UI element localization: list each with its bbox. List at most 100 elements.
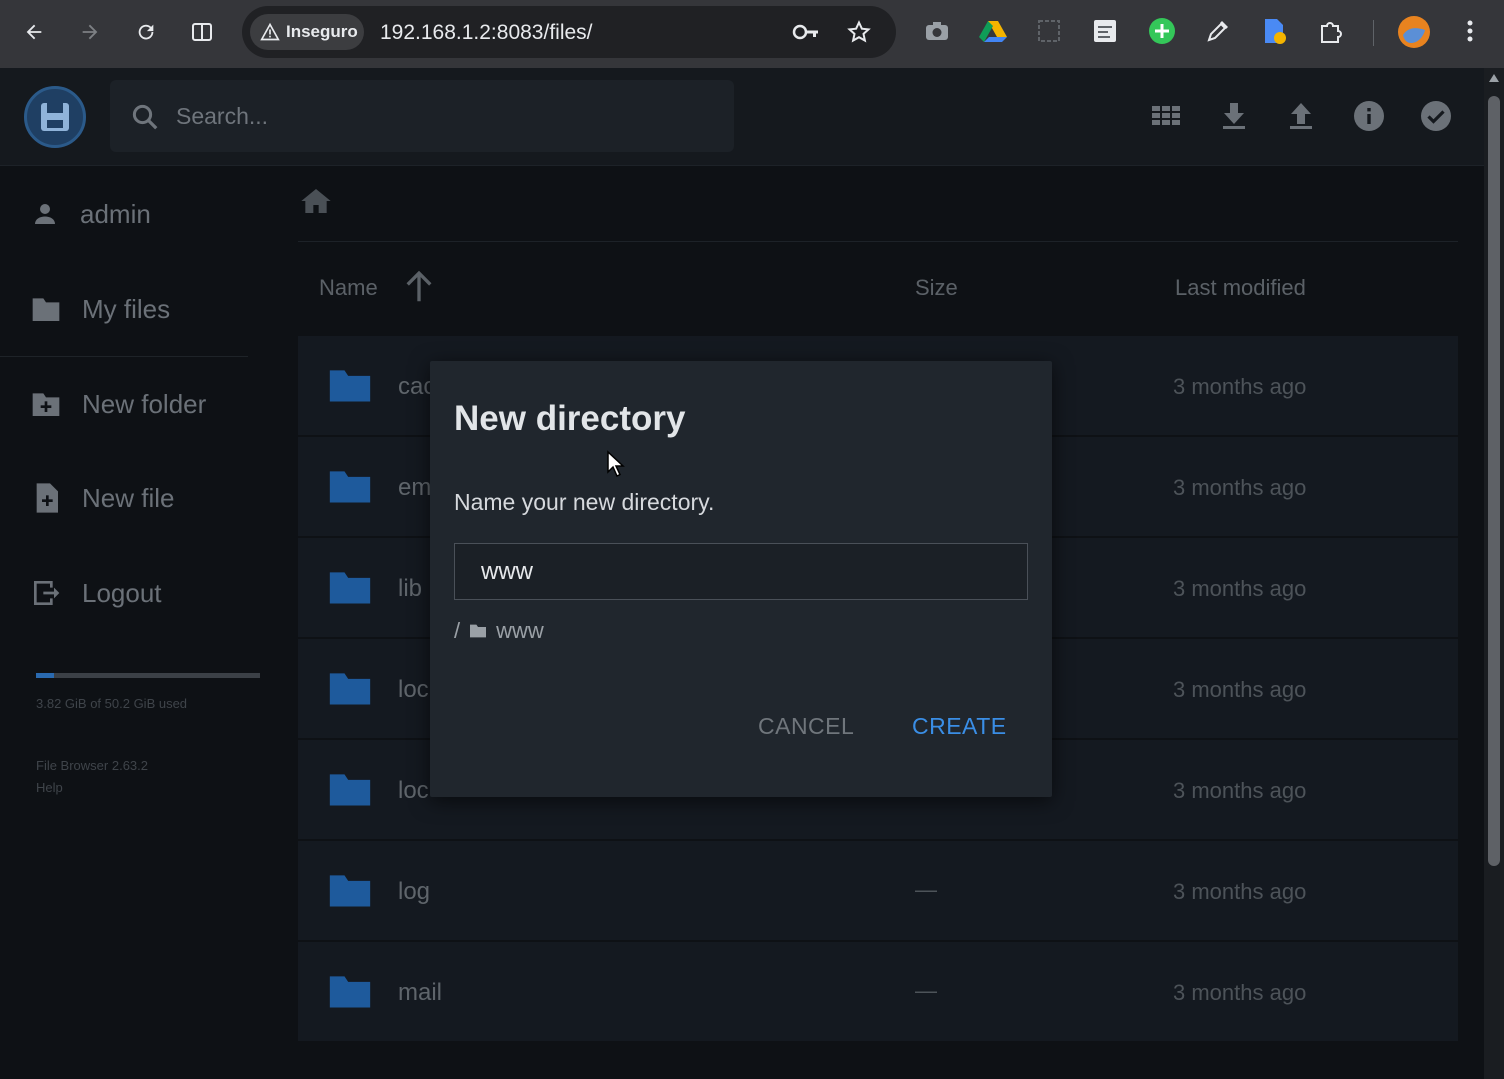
logout-icon <box>34 581 60 605</box>
cancel-button[interactable]: CANCEL <box>758 713 854 740</box>
download-icon[interactable] <box>1214 96 1254 136</box>
key-icon[interactable] <box>792 18 820 46</box>
bookmark-star-icon[interactable] <box>845 18 873 46</box>
home-icon[interactable] <box>300 186 332 216</box>
path-root: / <box>454 618 461 643</box>
search-box[interactable] <box>110 80 734 152</box>
sort-arrow-up-icon[interactable] <box>402 268 436 304</box>
folder-icon <box>329 875 371 907</box>
file-modified: 3 months ago <box>1173 980 1307 1005</box>
scroll-thumb[interactable] <box>1488 96 1500 866</box>
sidebar-item-label: New folder <box>82 388 207 419</box>
breadcrumb <box>298 166 1458 242</box>
folder-icon <box>329 471 371 503</box>
sidebar-item-user[interactable]: admin <box>0 184 250 244</box>
file-modified: 3 months ago <box>1173 879 1307 904</box>
toolbar-divider <box>1373 20 1374 46</box>
file-size: — <box>915 978 937 1003</box>
notes-extension-icon[interactable] <box>1090 16 1120 46</box>
directory-name-input[interactable] <box>454 543 1028 600</box>
file-name: lib <box>398 575 423 602</box>
app-logo[interactable] <box>24 86 86 148</box>
column-header-size[interactable]: Size <box>915 275 958 301</box>
table-row[interactable]: mail — 3 months ago <box>298 942 1458 1042</box>
sidebar-item-label: Logout <box>82 577 162 608</box>
search-input[interactable] <box>176 98 716 134</box>
upload-icon[interactable] <box>1281 96 1321 136</box>
warning-icon <box>260 22 280 41</box>
folder-icon <box>32 298 60 321</box>
sidebar-item-label: My files <box>82 293 171 324</box>
select-check-icon[interactable] <box>1416 96 1456 136</box>
table-header: Name Size Last modified <box>298 242 1458 334</box>
browser-toolbar: Inseguro 192.168.1.2:8083/files/ <box>0 0 1504 68</box>
app-header <box>0 68 1484 166</box>
scroll-up-arrow[interactable] <box>1489 74 1499 82</box>
eyedropper-extension-icon[interactable] <box>1203 16 1233 46</box>
split-view-icon[interactable] <box>184 14 220 50</box>
column-header-name[interactable]: Name <box>319 275 378 301</box>
menu-dots-icon[interactable] <box>1455 16 1485 46</box>
new-directory-dialog: New directory Name your new directory. /… <box>430 361 1052 797</box>
column-header-modified[interactable]: Last modified <box>1175 275 1306 301</box>
url-text[interactable]: 192.168.1.2:8083/files/ <box>380 21 593 45</box>
sidebar-item-label: New file <box>82 482 175 513</box>
storage-usage-bar <box>36 673 260 678</box>
folder-icon <box>329 673 371 705</box>
security-label: Inseguro <box>286 22 358 41</box>
mouse-cursor-icon <box>607 450 625 478</box>
sidebar-item-new-folder[interactable]: New folder <box>0 374 250 434</box>
sidebar-user-label: admin <box>80 198 151 229</box>
folder-icon <box>329 774 371 806</box>
file-name: em <box>398 474 432 501</box>
security-chip[interactable]: Inseguro <box>250 14 364 50</box>
file-name: loc <box>398 777 429 804</box>
folder-icon <box>329 370 371 402</box>
address-bar[interactable]: Inseguro 192.168.1.2:8083/files/ <box>242 6 896 58</box>
forward-icon[interactable] <box>72 14 108 50</box>
create-button[interactable]: CREATE <box>912 713 1007 740</box>
plus-extension-icon[interactable] <box>1147 16 1177 46</box>
file-modified: 3 months ago <box>1173 576 1307 601</box>
file-extension-icon[interactable] <box>1259 16 1289 46</box>
drive-extension-icon[interactable] <box>978 16 1008 46</box>
sidebar-item-logout[interactable]: Logout <box>0 563 250 623</box>
file-name: loc <box>398 676 429 703</box>
version-text: File Browser 2.63.2 <box>36 758 148 773</box>
info-icon[interactable] <box>1349 96 1389 136</box>
camera-extension-icon[interactable] <box>922 16 952 46</box>
file-name: mail <box>398 979 443 1006</box>
dialog-title: New directory <box>454 399 686 438</box>
reload-icon[interactable] <box>128 14 164 50</box>
profile-avatar[interactable] <box>1396 14 1432 50</box>
folder-icon <box>329 572 371 604</box>
sidebar-divider <box>0 356 248 357</box>
sidebar: admin My files New folder New file Logou… <box>0 166 280 1079</box>
search-icon <box>132 104 158 130</box>
folder-icon <box>470 624 487 638</box>
screenshot-extension-icon[interactable] <box>1034 16 1064 46</box>
page-scrollbar[interactable] <box>1484 68 1504 1079</box>
path-name: www <box>496 618 544 643</box>
file-modified: 3 months ago <box>1173 374 1307 399</box>
back-icon[interactable] <box>16 14 52 50</box>
sidebar-item-new-file[interactable]: New file <box>0 468 250 528</box>
new-folder-icon <box>32 393 60 416</box>
file-modified: 3 months ago <box>1173 677 1307 702</box>
sidebar-item-my-files[interactable]: My files <box>0 279 250 339</box>
folder-icon <box>329 976 371 1008</box>
path-preview: / www <box>454 618 544 644</box>
extensions-puzzle-icon[interactable] <box>1316 16 1346 46</box>
storage-usage-text: 3.82 GiB of 50.2 GiB used <box>36 696 188 711</box>
user-icon <box>35 204 55 224</box>
file-name: log <box>398 878 431 905</box>
file-modified: 3 months ago <box>1173 778 1307 803</box>
new-file-icon <box>36 483 58 513</box>
dialog-description: Name your new directory. <box>454 489 715 515</box>
file-modified: 3 months ago <box>1173 475 1307 500</box>
help-link[interactable]: Help <box>36 780 63 795</box>
grid-view-icon[interactable] <box>1147 96 1187 136</box>
storage-usage-fill <box>36 673 54 678</box>
table-row[interactable]: log — 3 months ago <box>298 841 1458 941</box>
file-size: — <box>915 877 937 902</box>
